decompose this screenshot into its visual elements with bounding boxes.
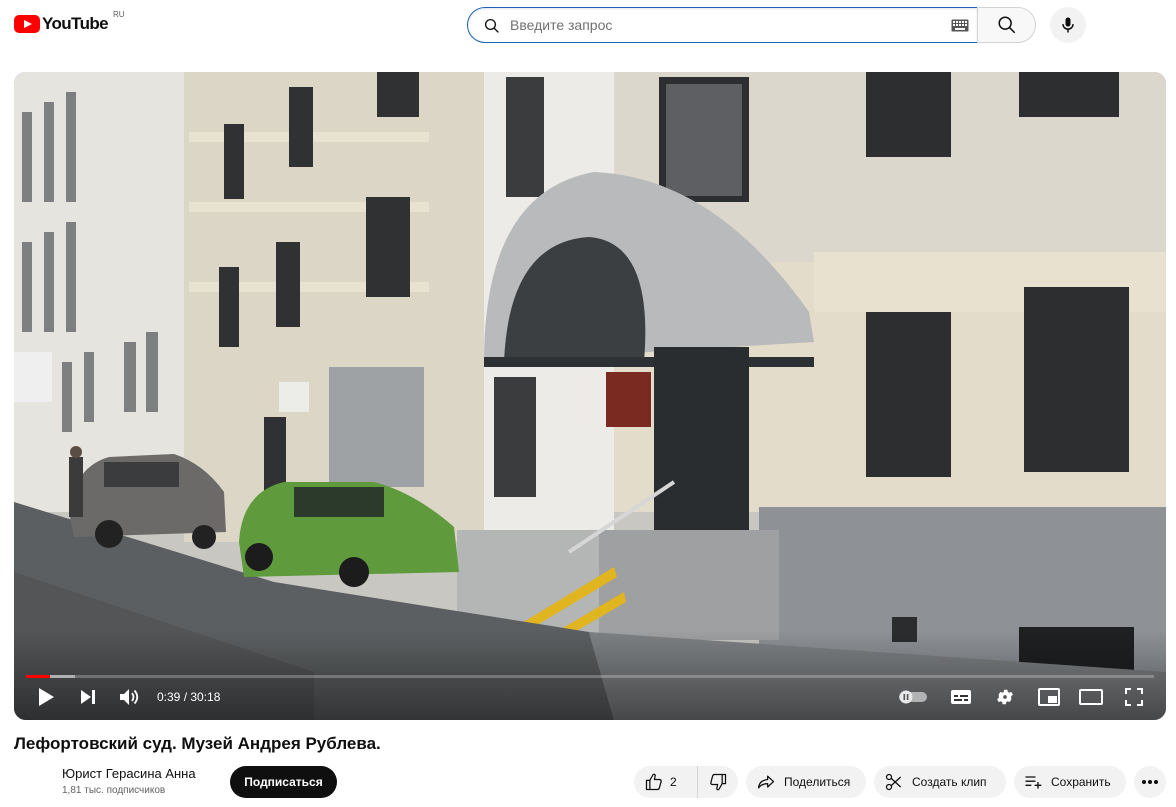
progress-played (26, 675, 50, 678)
voice-search-button[interactable] (1050, 7, 1086, 43)
like-dislike-group: 2 (634, 766, 738, 798)
subtitles-icon (951, 690, 971, 704)
channel-name[interactable]: Юрист Герасина Анна (62, 766, 196, 781)
theater-mode-icon (1079, 689, 1103, 705)
thumbs-up-icon (645, 773, 662, 791)
country-code: RU (113, 10, 125, 19)
next-button[interactable] (74, 682, 102, 712)
share-label: Поделиться (784, 775, 851, 789)
share-icon (757, 775, 775, 789)
time-display: 0:39 / 30:18 (157, 690, 221, 704)
subscriber-count: 1,81 тыс. подписчиков (62, 785, 166, 796)
thumbs-down-icon (710, 773, 727, 791)
masthead: YouTube RU (0, 0, 1176, 50)
video-title: Лефортовский суд. Музей Андрея Рублева. (14, 734, 381, 753)
logo-text: YouTube (42, 14, 109, 33)
more-actions-button[interactable] (1134, 766, 1166, 798)
playlist-add-icon (1025, 776, 1042, 789)
next-icon (81, 690, 95, 704)
microphone-icon (1062, 17, 1074, 33)
more-icon (1142, 780, 1158, 784)
subtitles-button[interactable] (946, 682, 976, 712)
youtube-logo-icon (14, 15, 40, 33)
video-player[interactable]: 0:39 / 30:18 (14, 72, 1166, 720)
subscribe-button[interactable]: Подписаться (230, 766, 337, 798)
progress-bar[interactable] (26, 675, 1154, 678)
miniplayer-button[interactable] (1034, 682, 1064, 712)
like-count: 2 (670, 775, 677, 789)
miniplayer-icon (1038, 688, 1060, 706)
video-frame (14, 72, 1166, 720)
share-button[interactable]: Поделиться (746, 766, 866, 798)
fullscreen-button[interactable] (1120, 682, 1148, 712)
clip-label: Создать клип (912, 775, 987, 789)
search-input[interactable] (510, 15, 940, 35)
search-button[interactable] (977, 7, 1036, 43)
dislike-button[interactable] (698, 766, 738, 798)
scissors-icon (885, 773, 902, 791)
theater-mode-button[interactable] (1076, 682, 1106, 712)
keyboard-icon[interactable] (951, 19, 969, 32)
youtube-logo[interactable]: YouTube RU (14, 10, 125, 35)
volume-icon (120, 689, 139, 705)
settings-button[interactable] (990, 682, 1020, 712)
gear-icon (997, 689, 1013, 705)
create-clip-button[interactable]: Создать клип (874, 766, 1006, 798)
autoplay-toggle-icon (899, 690, 927, 704)
save-button[interactable]: Сохранить (1014, 766, 1126, 798)
fullscreen-icon (1125, 688, 1143, 706)
like-button[interactable]: 2 (634, 766, 698, 798)
play-icon (39, 688, 54, 706)
save-label: Сохранить (1051, 775, 1111, 789)
play-button[interactable] (32, 682, 60, 712)
search-icon (484, 18, 499, 33)
search-icon (997, 16, 1015, 34)
mute-button[interactable] (116, 682, 144, 712)
search-box[interactable] (467, 7, 978, 43)
autoplay-toggle[interactable] (896, 682, 930, 712)
